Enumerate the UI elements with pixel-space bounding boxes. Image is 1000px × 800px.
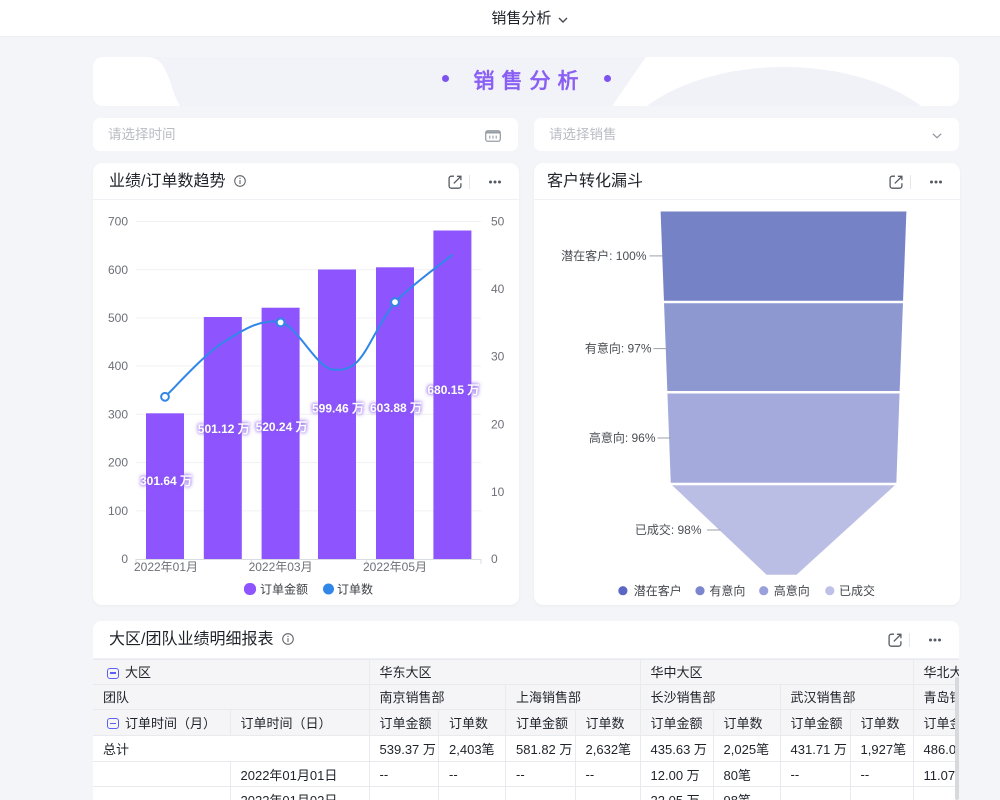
svg-text:100: 100 bbox=[108, 504, 128, 518]
svg-text:600: 600 bbox=[108, 263, 128, 277]
svg-text:40: 40 bbox=[491, 282, 505, 296]
svg-text:有意向: 有意向 bbox=[709, 583, 745, 598]
svg-text:30: 30 bbox=[491, 350, 505, 364]
svg-text:有意向: 97%: 有意向: 97% bbox=[585, 341, 652, 356]
svg-text:520.24 万: 520.24 万 bbox=[256, 420, 308, 434]
svg-text:潜在客户: 100%: 潜在客户: 100% bbox=[561, 248, 647, 263]
svg-text:0: 0 bbox=[121, 552, 128, 566]
svg-text:2022年03月: 2022年03月 bbox=[249, 560, 313, 574]
svg-text:300: 300 bbox=[108, 407, 128, 421]
svg-text:已成交: 已成交 bbox=[839, 583, 875, 598]
svg-text:700: 700 bbox=[108, 215, 128, 229]
svg-text:高意向: 96%: 高意向: 96% bbox=[589, 430, 656, 445]
svg-text:0: 0 bbox=[491, 552, 498, 566]
svg-text:高意向: 高意向 bbox=[774, 583, 810, 598]
svg-text:潜在客户: 潜在客户 bbox=[634, 583, 682, 598]
svg-text:599.46 万: 599.46 万 bbox=[312, 402, 364, 416]
svg-text:订单金额: 订单金额 bbox=[260, 582, 308, 597]
svg-text:50: 50 bbox=[491, 215, 505, 229]
svg-text:订单数: 订单数 bbox=[337, 582, 373, 597]
svg-text:680.15 万: 680.15 万 bbox=[427, 383, 479, 397]
svg-text:603.88 万: 603.88 万 bbox=[370, 401, 422, 415]
svg-text:2022年01月: 2022年01月 bbox=[134, 560, 198, 574]
svg-text:301.64 万: 301.64 万 bbox=[140, 474, 192, 488]
svg-text:10: 10 bbox=[491, 485, 505, 499]
svg-text:500: 500 bbox=[108, 311, 128, 325]
svg-text:200: 200 bbox=[108, 456, 128, 470]
svg-text:20: 20 bbox=[491, 417, 505, 431]
svg-text:400: 400 bbox=[108, 359, 128, 373]
svg-text:2022年05月: 2022年05月 bbox=[363, 560, 427, 574]
svg-text:已成交: 98%: 已成交: 98% bbox=[635, 522, 702, 537]
svg-text:501.12 万: 501.12 万 bbox=[198, 422, 250, 436]
